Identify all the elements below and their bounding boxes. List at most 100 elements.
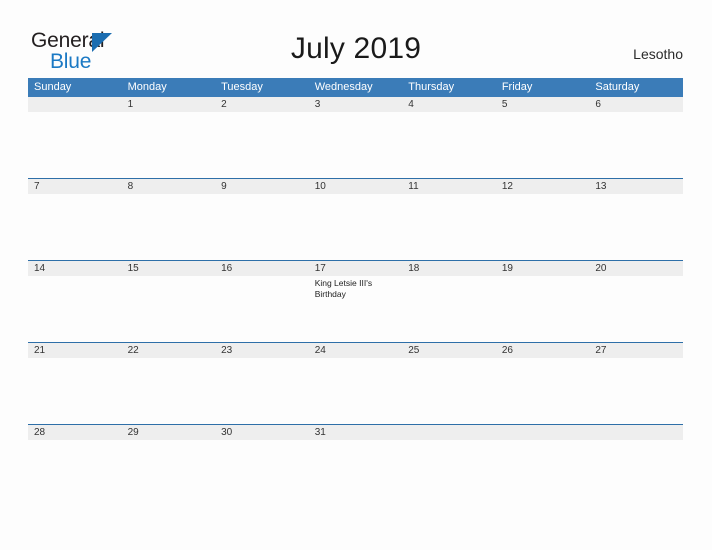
day-cell-26[interactable] [496,358,590,424]
day-number-18[interactable]: 18 [402,261,496,276]
day-cell-empty [28,112,122,178]
day-cell-19[interactable] [496,276,590,342]
week-date-band: 7 8 9 10 11 12 13 [28,179,683,194]
day-number-3[interactable]: 3 [309,97,403,112]
day-number-25[interactable]: 25 [402,343,496,358]
day-cell-17[interactable]: King Letsie III's Birthday [309,276,403,342]
day-number-5[interactable]: 5 [496,97,590,112]
week-date-band: 28 29 30 31 [28,425,683,440]
week-date-band: 123456 [28,97,683,112]
day-cell-22[interactable] [122,358,216,424]
day-number-26[interactable]: 26 [496,343,590,358]
day-number-30[interactable]: 30 [215,425,309,440]
day-cell-20[interactable] [589,276,683,342]
day-number-1[interactable]: 1 [122,97,216,112]
day-number-19[interactable]: 19 [496,261,590,276]
day-number-15[interactable]: 15 [122,261,216,276]
day-number-24[interactable]: 24 [309,343,403,358]
day-cell-15[interactable] [122,276,216,342]
day-number-11[interactable]: 11 [402,179,496,194]
week-date-band: 21 22 23 24 25 26 27 [28,343,683,358]
day-number-12[interactable]: 12 [496,179,590,194]
day-cell-29[interactable] [122,440,216,506]
day-cell-1[interactable] [122,112,216,178]
day-cell-6[interactable] [589,112,683,178]
day-number-29[interactable]: 29 [122,425,216,440]
calendar-week-row: 14 15 16 17 18 19 20 King Letsie III's Birthday [28,260,683,342]
weeks-container: 1 2 3 4 5 6 7 8 9 10 11 12 13 14 15 16 17 18 19 20 King Lets… [28,97,683,506]
day-number-10[interactable]: 10 [309,179,403,194]
day-number-13[interactable]: 13 [589,179,683,194]
day-cell-27[interactable] [589,358,683,424]
day-number-31[interactable]: 31 [309,425,403,440]
day-cell-3[interactable] [309,112,403,178]
day-number-22[interactable]: 22 [122,343,216,358]
day-cell-11[interactable] [402,194,496,260]
week-body-row: King Letsie III's Birthday [28,276,683,342]
page-title: July 2019 [290,32,422,65]
day-cell-9[interactable] [215,194,309,260]
day-cell-5[interactable] [496,112,590,178]
day-number-empty [28,97,122,112]
day-cell-2[interactable] [215,112,309,178]
day-cell-empty [589,440,683,506]
day-number-9[interactable]: 9 [215,179,309,194]
day-cell-13[interactable] [589,194,683,260]
day-number-6[interactable]: 6 [589,97,683,112]
day-cell-28[interactable] [28,440,122,506]
day-number-14[interactable]: 14 [28,261,122,276]
day-cell-10[interactable] [309,194,403,260]
calendar-week-row: 28 29 30 31 [28,424,683,506]
day-cell-14[interactable] [28,276,122,342]
day-number-4[interactable]: 4 [402,97,496,112]
day-number-17[interactable]: 17 [309,261,403,276]
calendar-week-row: 123456 [28,97,683,178]
weekday-header-sunday: Sunday [34,81,72,93]
day-number-8[interactable]: 8 [122,179,216,194]
day-number-16[interactable]: 16 [215,261,309,276]
day-cell-4[interactable] [402,112,496,178]
week-body-row [28,358,683,424]
day-number-empty [589,425,683,440]
day-cell-21[interactable] [28,358,122,424]
day-number-2[interactable]: 2 [215,97,309,112]
day-cell-empty [496,440,590,506]
day-cell-23[interactable] [215,358,309,424]
day-cell-7[interactable] [28,194,122,260]
weekday-header-tuesday: Tuesday [221,81,263,93]
page-header: General Blue July 2019 Lesotho [0,0,712,78]
weekday-header-thursday: Thursday [408,81,455,93]
holiday-event: King Letsie III's Birthday [314,278,373,299]
week-body-row [28,440,683,506]
day-cell-16[interactable] [215,276,309,342]
day-cell-30[interactable] [215,440,309,506]
weekday-header-monday: Monday [127,81,167,93]
weekday-header-wednesday: Wednesday [314,81,373,93]
day-number-27[interactable]: 27 [589,343,683,358]
day-number-28[interactable]: 28 [28,425,122,440]
calendar-grid: Sunday Monday Tuesday Wednesday Thursday Frid… [28,78,683,506]
day-number-7[interactable]: 7 [28,179,122,194]
day-cell-25[interactable] [402,358,496,424]
weekday-header-saturday: Saturday [595,81,640,93]
calendar-week-row: 7 8 9 10 11 12 13 [28,178,683,260]
day-cell-12[interactable] [496,194,590,260]
week-body-row [28,112,683,178]
week-body-row [28,194,683,260]
country-label: Lesotho [633,46,683,62]
day-cell-18[interactable] [402,276,496,342]
weekday-header-friday: Friday [501,81,533,93]
day-number-21[interactable]: 21 [28,343,122,358]
day-number-empty [402,425,496,440]
day-number-empty [496,425,590,440]
week-date-band: 14 15 16 17 18 19 20 [28,261,683,276]
day-cell-31[interactable] [309,440,403,506]
day-number-23[interactable]: 23 [215,343,309,358]
day-cell-8[interactable] [122,194,216,260]
calendar-page: General Blue July 2019 Lesotho Sunday Mon… [0,0,712,550]
day-number-20[interactable]: 20 [589,261,683,276]
day-cell-empty [402,440,496,506]
day-cell-24[interactable] [309,358,403,424]
calendar-week-row: 21 22 23 24 25 26 27 [28,342,683,424]
weekday-header-row: Sunday Monday Tuesday Wednesday Thursday Frid… [28,78,683,97]
